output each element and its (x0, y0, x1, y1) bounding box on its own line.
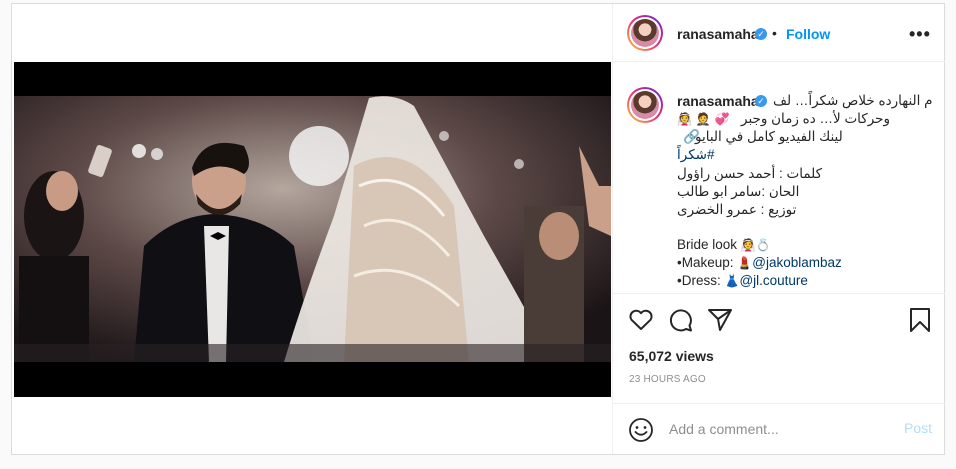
share-icon[interactable] (706, 306, 734, 334)
separator-dot: • (772, 25, 777, 41)
caption-area: ranasamaha ✓ م النهارده خلاص شكراً… لف 👰… (613, 62, 945, 294)
post-header: ranasamaha ✓ • Follow ••• (613, 4, 945, 62)
bride-look-emoji-icon: 👰💍 (740, 238, 771, 252)
verified-badge-icon: ✓ (755, 28, 767, 40)
caption-verified-badge-icon: ✓ (755, 95, 767, 107)
heart-icon[interactable] (627, 306, 655, 334)
caption-hashtag[interactable]: #شكراً (677, 147, 714, 163)
dress-handle-link[interactable]: @jl.couture (739, 273, 807, 288)
bride-emoji-icon: 👰 (677, 112, 692, 126)
comment-input[interactable] (669, 418, 899, 440)
caption-avatar[interactable] (627, 87, 663, 123)
comment-bar: Post (613, 403, 945, 454)
post-side-panel: ranasamaha ✓ • Follow ••• ranasamaha ✓ م… (612, 4, 945, 454)
caption-line-5: كلمات : أحمد حسن راؤول (677, 166, 823, 181)
post-media (12, 4, 612, 454)
caption-line-1: م النهارده خلاص شكراً… لف (773, 93, 933, 108)
bookmark-icon[interactable] (906, 306, 934, 334)
caption-username[interactable]: ranasamaha (677, 93, 759, 109)
caption-line-3: لينك الفيديو كامل في البايو (695, 129, 843, 144)
comment-icon[interactable] (667, 306, 695, 334)
avatar[interactable] (627, 15, 663, 51)
more-dots-icon[interactable]: ••• (909, 24, 931, 45)
caption-makeup: •Makeup: 💄@jakoblambaz (677, 255, 842, 270)
caption-line-6: الحان :سامر ابو طالب (677, 184, 800, 199)
follow-button[interactable]: Follow (786, 26, 830, 42)
caption-dress: •Dress: 👗@jl.couture (677, 273, 808, 288)
post-card: ranasamaha ✓ • Follow ••• ranasamaha ✓ م… (11, 3, 945, 455)
action-bar (613, 296, 945, 346)
rings-emoji-icon: 💞 (714, 112, 730, 126)
dress-emoji-icon: 👗 (724, 274, 740, 288)
groom-emoji-icon: 🤵 (695, 112, 711, 126)
caption-line-7: توزيع : عمرو الخضرى (677, 202, 797, 217)
post-timestamp[interactable]: 23 HOURS AGO (629, 374, 706, 385)
caption-line-8: Bride look 👰💍 (677, 237, 771, 252)
video-player[interactable] (14, 62, 611, 397)
makeup-handle-link[interactable]: @jakoblambaz (752, 255, 842, 270)
emoji-smiley-icon[interactable] (627, 416, 655, 444)
username[interactable]: ranasamaha (677, 26, 759, 42)
view-count[interactable]: 65,072 views (629, 348, 714, 364)
lipstick-emoji-icon: 💄 (737, 256, 753, 270)
post-comment-button[interactable]: Post (904, 420, 932, 436)
video-frame[interactable] (14, 96, 611, 362)
caption-emoji-row: 👰 🤵 💞 (677, 111, 729, 126)
caption-line-2: وحركات لأ… ده زمان وجبر (741, 111, 891, 126)
